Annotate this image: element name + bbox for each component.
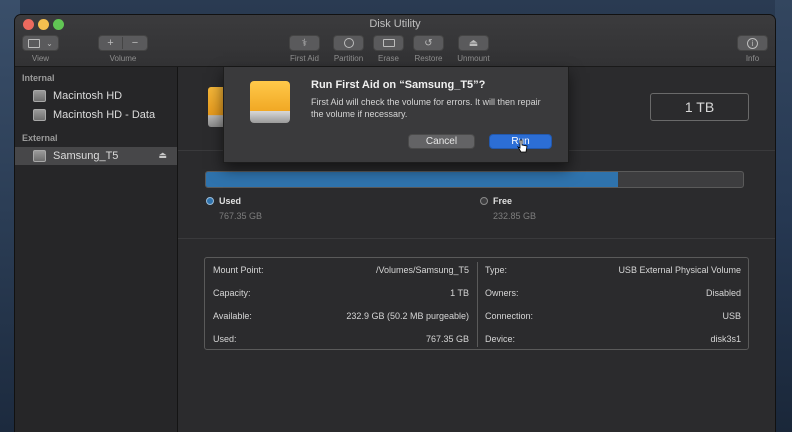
free-legend-dot bbox=[480, 197, 488, 205]
internal-disk-icon bbox=[33, 90, 46, 102]
usage-bar bbox=[205, 171, 744, 188]
info-key: Available: bbox=[213, 311, 252, 321]
dialog-title: Run First Aid on “Samsung_T5”? bbox=[311, 79, 486, 91]
sidebar-icon bbox=[28, 38, 41, 48]
external-disk-icon bbox=[33, 150, 46, 162]
first-aid-label: First Aid bbox=[290, 54, 319, 63]
sidebar-item-macintosh-hd[interactable]: Macintosh HD bbox=[15, 87, 177, 105]
info-key: Owners: bbox=[485, 288, 519, 298]
partition-button[interactable] bbox=[333, 35, 364, 51]
info-value: USB External Physical Volume bbox=[618, 265, 741, 275]
info-row-device: Device: disk3s1 bbox=[485, 334, 741, 348]
sidebar-section-external: External bbox=[22, 133, 58, 143]
info-key: Capacity: bbox=[213, 288, 251, 298]
desktop-wallpaper-right bbox=[775, 0, 792, 432]
volume-button-group[interactable]: + − bbox=[98, 35, 148, 51]
capacity-display: 1 TB bbox=[650, 93, 749, 121]
info-key: Connection: bbox=[485, 311, 534, 321]
info-value: disk3s1 bbox=[710, 334, 741, 344]
info-label: Info bbox=[745, 54, 760, 63]
erase-label: Erase bbox=[378, 54, 399, 63]
info-row-mount-point: Mount Point: /Volumes/Samsung_T5 bbox=[213, 265, 469, 279]
add-volume-icon[interactable]: + bbox=[99, 37, 123, 49]
restore-button[interactable]: ↺ bbox=[413, 35, 444, 51]
info-row-owners: Owners: Disabled bbox=[485, 288, 741, 302]
volume-label: Volume bbox=[109, 54, 137, 63]
info-key: Used: bbox=[213, 334, 237, 344]
unmount-button[interactable]: ⏏ bbox=[458, 35, 489, 51]
divider bbox=[178, 238, 775, 239]
info-key: Mount Point: bbox=[213, 265, 264, 275]
used-legend-label: Used bbox=[219, 196, 242, 206]
info-button[interactable]: i bbox=[737, 35, 768, 51]
pointer-cursor-icon bbox=[517, 139, 528, 153]
restore-icon: ↺ bbox=[424, 37, 433, 49]
free-legend-label: Free bbox=[493, 196, 513, 206]
info-value: 1 TB bbox=[450, 288, 469, 298]
view-label: View bbox=[31, 54, 50, 63]
info-value: 232.9 GB (50.2 MB purgeable) bbox=[346, 311, 469, 321]
info-value: USB bbox=[722, 311, 741, 321]
erase-button[interactable] bbox=[373, 35, 404, 51]
unmount-label: Unmount bbox=[457, 54, 490, 63]
usage-bar-used-fill bbox=[206, 172, 618, 187]
internal-disk-icon bbox=[33, 109, 46, 121]
dialog-message: First Aid will check the volume for erro… bbox=[311, 97, 541, 119]
sidebar-item-label: Macintosh HD bbox=[53, 90, 123, 102]
info-key: Type: bbox=[485, 265, 508, 275]
info-row-capacity: Capacity: 1 TB bbox=[213, 288, 469, 302]
restore-label: Restore bbox=[414, 54, 443, 63]
sidebar: Internal Macintosh HD Macintosh HD - Dat… bbox=[15, 67, 178, 432]
erase-icon bbox=[382, 39, 395, 47]
remove-volume-icon[interactable]: − bbox=[123, 37, 147, 49]
sidebar-item-label: Macintosh HD - Data bbox=[53, 109, 156, 121]
sidebar-section-internal: Internal bbox=[22, 73, 55, 83]
info-icon: i bbox=[747, 37, 758, 49]
partition-icon bbox=[343, 38, 354, 48]
cancel-button[interactable]: Cancel bbox=[408, 134, 475, 149]
used-legend-value: 767.35 GB bbox=[219, 211, 263, 221]
eject-icon[interactable]: ⏏ bbox=[158, 150, 167, 161]
partition-label: Partition bbox=[333, 54, 364, 63]
info-table-divider bbox=[477, 262, 478, 347]
used-legend-dot bbox=[206, 197, 214, 205]
eject-icon: ⏏ bbox=[468, 37, 479, 49]
first-aid-button[interactable]: ⚕ bbox=[289, 35, 320, 51]
info-key: Device: bbox=[485, 334, 516, 344]
sidebar-item-label: Samsung_T5 bbox=[53, 150, 119, 162]
info-row-used: Used: 767.35 GB bbox=[213, 334, 469, 348]
info-row-type: Type: USB External Physical Volume bbox=[485, 265, 741, 279]
free-legend-value: 232.85 GB bbox=[493, 211, 537, 221]
sidebar-item-macintosh-hd-data[interactable]: Macintosh HD - Data bbox=[15, 106, 177, 124]
info-value: /Volumes/Samsung_T5 bbox=[375, 265, 469, 275]
toolbar: Disk Utility ⌄ View + − Volume ⚕ First A… bbox=[15, 15, 775, 67]
info-value: Disabled bbox=[705, 288, 741, 298]
info-row-connection: Connection: USB bbox=[485, 311, 741, 325]
first-aid-dialog: Run First Aid on “Samsung_T5”? First Aid… bbox=[223, 67, 569, 163]
external-drive-icon bbox=[248, 81, 292, 123]
chevron-down-icon: ⌄ bbox=[46, 38, 53, 48]
volume-info-table: Mount Point: /Volumes/Samsung_T5 Capacit… bbox=[204, 257, 749, 350]
sidebar-item-samsung-t5[interactable]: Samsung_T5 ⏏ bbox=[15, 147, 177, 165]
info-row-available: Available: 232.9 GB (50.2 MB purgeable) bbox=[213, 311, 469, 325]
info-value: 767.35 GB bbox=[425, 334, 469, 344]
stethoscope-icon: ⚕ bbox=[301, 37, 308, 49]
window-title: Disk Utility bbox=[369, 18, 421, 30]
view-button[interactable]: ⌄ bbox=[22, 35, 59, 51]
